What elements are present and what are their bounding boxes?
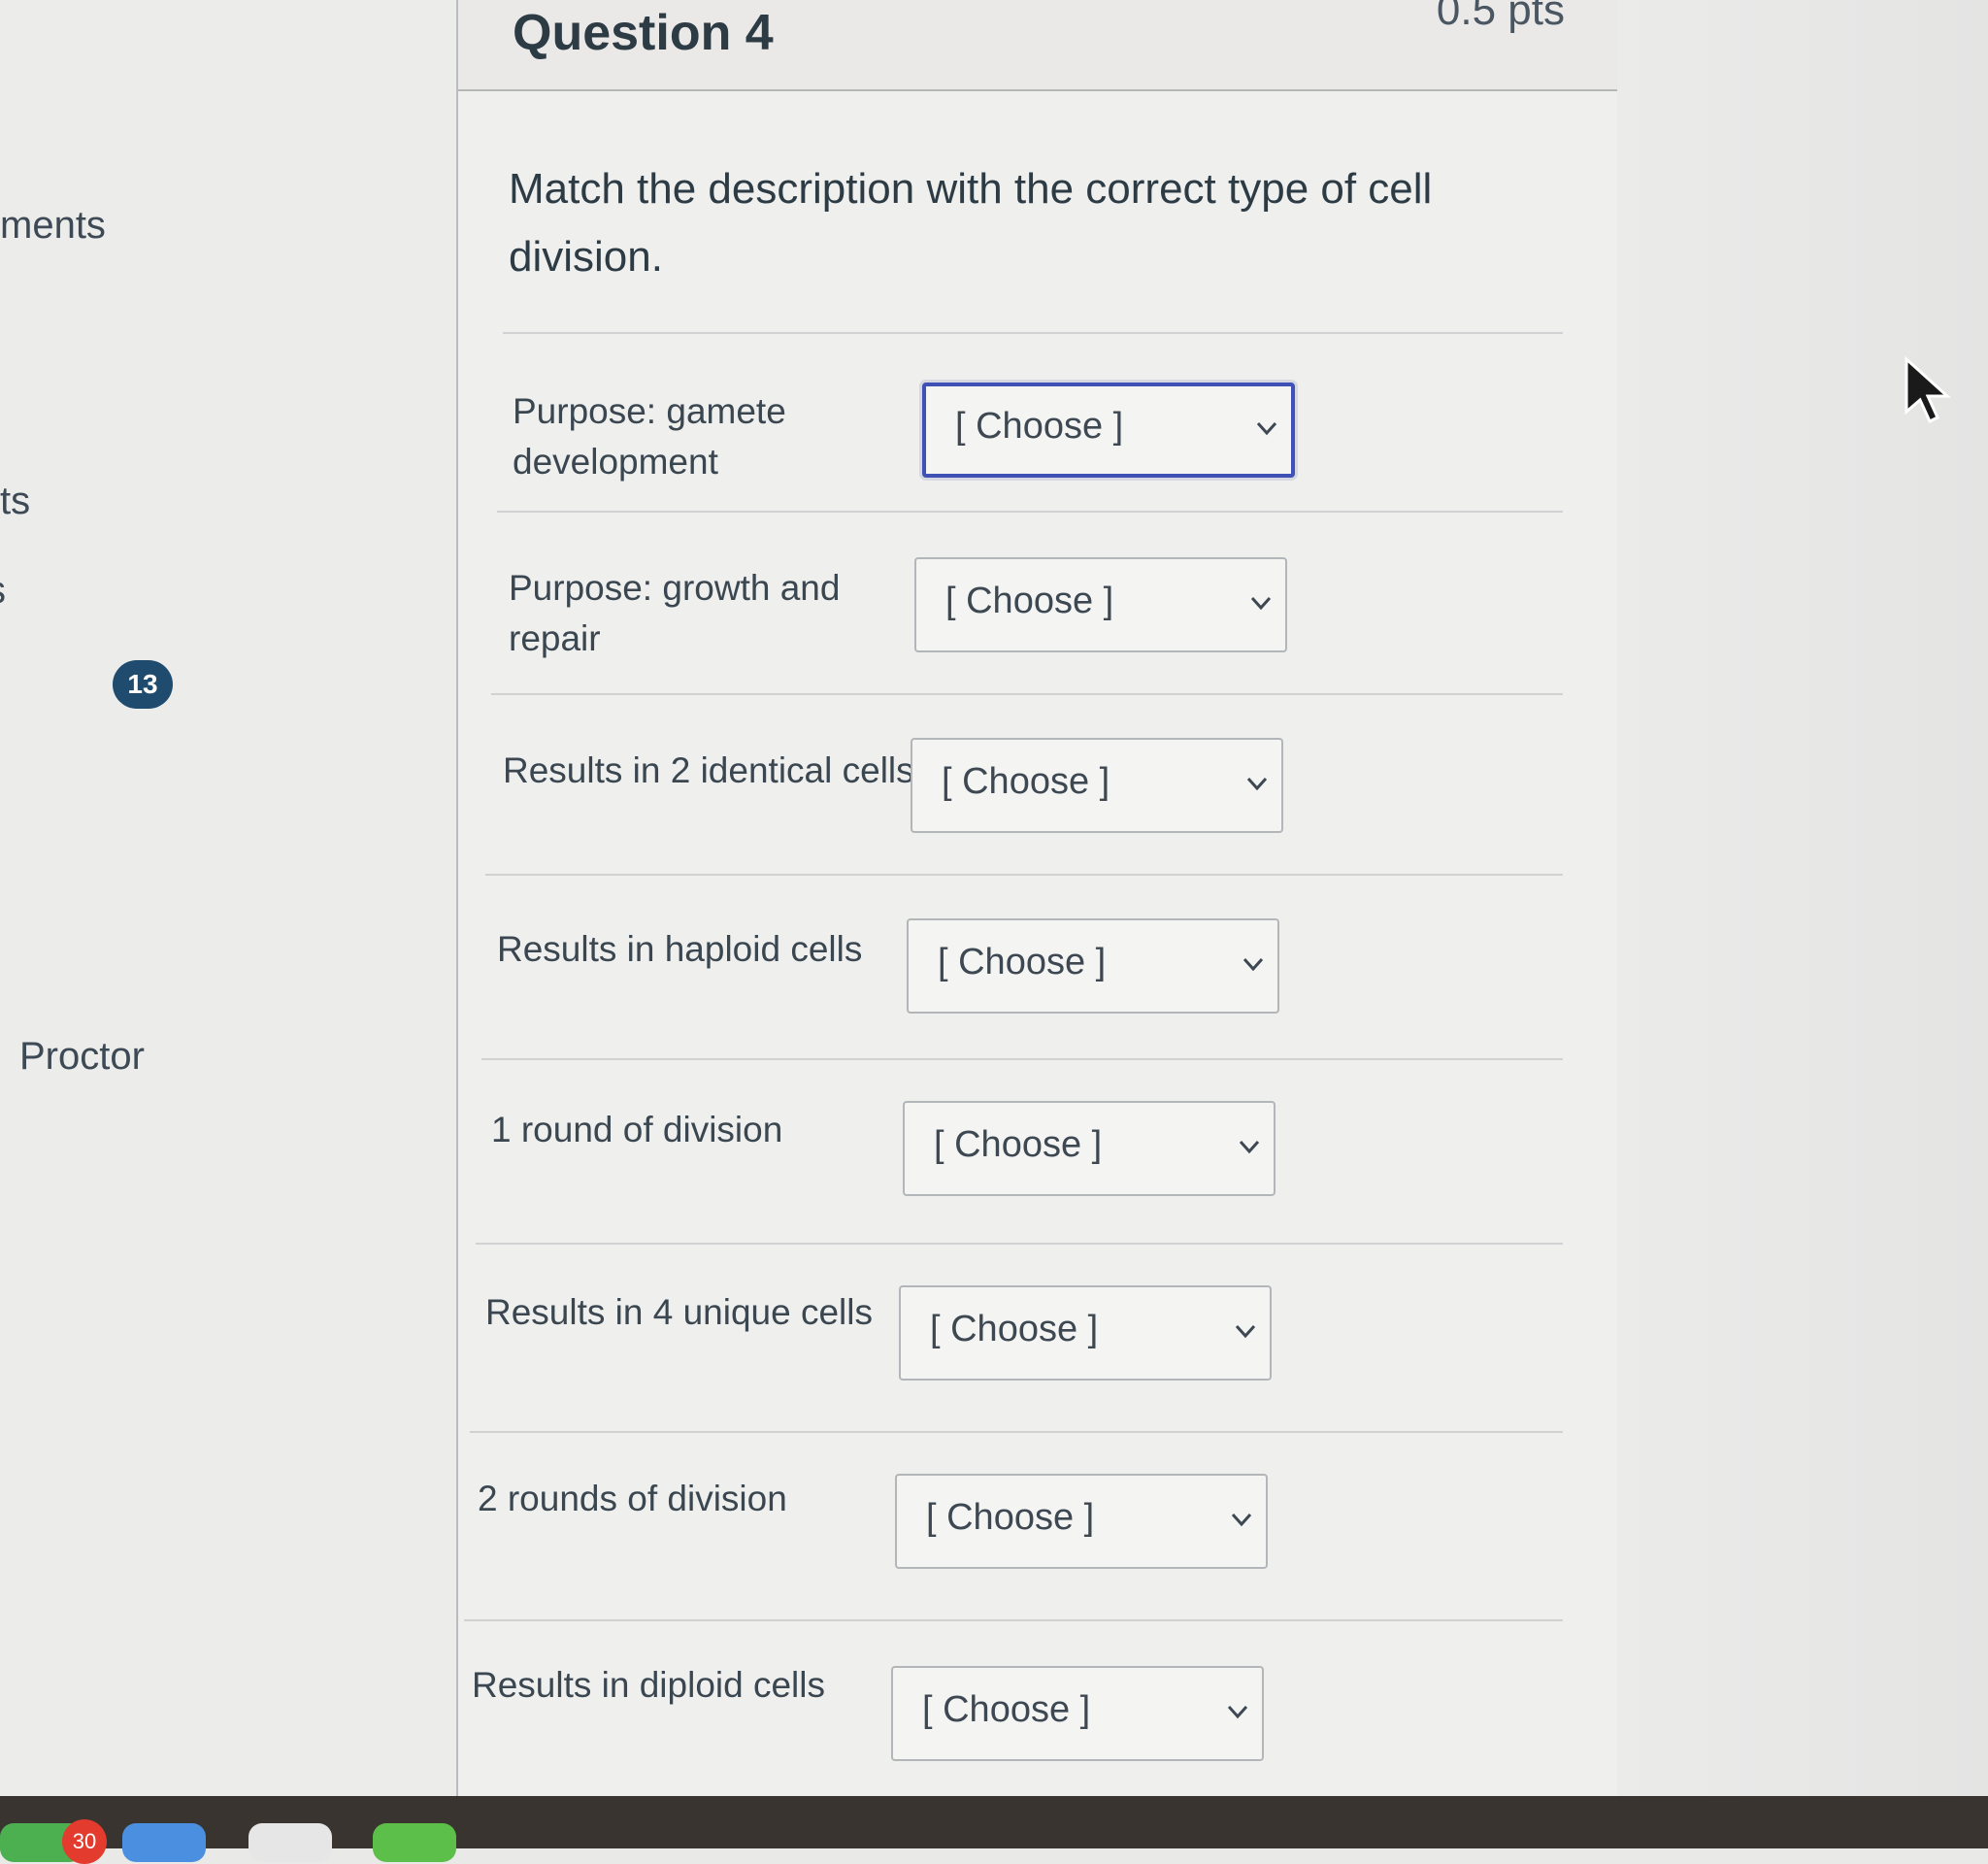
answer-select-8[interactable]: [ Choose ] (891, 1666, 1264, 1761)
unread-count-badge: 13 (113, 660, 173, 709)
divider (491, 693, 1563, 695)
select-value: [ Choose ] (934, 1124, 1103, 1165)
chevron-down-icon (1239, 1140, 1260, 1154)
divider (481, 1058, 1563, 1060)
match-label-6: Results in 4 unique cells (485, 1292, 873, 1332)
match-label-5: 1 round of division (491, 1110, 783, 1149)
answer-select-5[interactable]: [ Choose ] (903, 1101, 1276, 1196)
dock-app-calendar[interactable] (122, 1823, 206, 1862)
match-label-8: Results in diploid cells (472, 1665, 826, 1705)
answer-select-4[interactable]: [ Choose ] (907, 918, 1279, 1014)
chevron-down-icon (1246, 777, 1268, 791)
answer-select-6[interactable]: [ Choose ] (899, 1285, 1272, 1381)
nav-item-grades[interactable]: ts (0, 480, 30, 523)
nav-item-assignments[interactable]: ments (0, 204, 106, 248)
select-value: [ Choose ] (942, 761, 1110, 802)
chevron-down-icon (1256, 421, 1277, 436)
chevron-down-icon (1227, 1705, 1248, 1719)
dock-notification-badge: 30 (62, 1819, 107, 1864)
nav-item-partial[interactable]: s (0, 569, 6, 613)
match-label-2: Purpose: growth and repair (509, 568, 841, 658)
dock-app-generic[interactable] (248, 1823, 332, 1862)
nav-item-proctor[interactable]: Proctor (19, 1035, 145, 1079)
dock-app-facetime[interactable] (373, 1823, 456, 1862)
question-points: 0.5 pts (1436, 0, 1565, 34)
chevron-down-icon (1242, 957, 1264, 972)
dock (0, 1796, 1988, 1862)
divider (476, 1243, 1563, 1245)
select-value: [ Choose ] (922, 1689, 1091, 1730)
select-value: [ Choose ] (930, 1309, 1099, 1349)
chevron-down-icon (1235, 1324, 1256, 1339)
answer-select-2[interactable]: [ Choose ] (914, 557, 1287, 652)
question-header: Question 4 0.5 pts (458, 0, 1619, 91)
divider (470, 1431, 1563, 1433)
chevron-down-icon (1250, 596, 1272, 611)
select-value: [ Choose ] (955, 406, 1124, 447)
answer-select-3[interactable]: [ Choose ] (911, 738, 1283, 833)
select-value: [ Choose ] (926, 1497, 1095, 1538)
match-label-7: 2 rounds of division (478, 1479, 787, 1518)
page-background-right (1617, 0, 1988, 1848)
course-navigation: ments ts s 13 Proctor (0, 0, 456, 1796)
select-value: [ Choose ] (945, 581, 1114, 621)
divider (497, 511, 1563, 513)
answer-select-7[interactable]: [ Choose ] (895, 1474, 1268, 1569)
question-title: Question 4 (513, 5, 774, 61)
question-prompt: Match the description with the correct t… (509, 165, 1433, 281)
divider (464, 1619, 1563, 1621)
question-panel: Question 4 0.5 pts Match the description… (456, 0, 1621, 1848)
divider (485, 874, 1563, 876)
match-label-1: Purpose: gamete development (513, 391, 786, 482)
match-label-4: Results in haploid cells (497, 929, 863, 969)
select-value: [ Choose ] (938, 942, 1107, 982)
mouse-cursor-icon (1905, 355, 1951, 424)
divider (503, 332, 1563, 334)
match-label-3: Results in 2 identical cells (503, 750, 914, 790)
answer-select-1[interactable]: [ Choose ] (922, 383, 1295, 478)
chevron-down-icon (1231, 1513, 1252, 1527)
